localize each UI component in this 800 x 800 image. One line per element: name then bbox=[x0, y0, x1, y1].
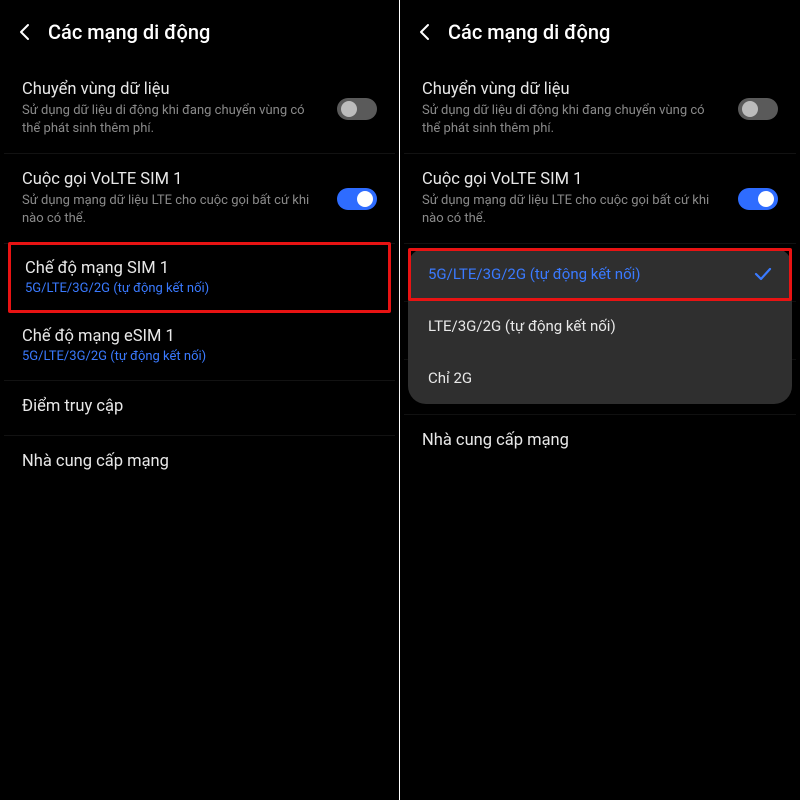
roaming-toggle[interactable] bbox=[337, 98, 377, 120]
mode-sim1-value: 5G/LTE/3G/2G (tự động kết nối) bbox=[25, 281, 374, 296]
roaming-item[interactable]: Chuyển vùng dữ liệu Sử dụng dữ liệu di đ… bbox=[404, 64, 796, 154]
volte-title: Cuộc gọi VoLTE SIM 1 bbox=[422, 170, 778, 189]
volte-item[interactable]: Cuộc gọi VoLTE SIM 1 Sử dụng mạng dữ liệ… bbox=[404, 154, 796, 244]
apn-title: Điểm truy cập bbox=[22, 397, 377, 416]
volte-title: Cuộc gọi VoLTE SIM 1 bbox=[22, 170, 377, 189]
carrier-item[interactable]: Nhà cung cấp mạng bbox=[4, 436, 395, 490]
volte-desc: Sử dụng mạng dữ liệu LTE cho cuộc gọi bấ… bbox=[422, 192, 778, 227]
carrier-title: Nhà cung cấp mạng bbox=[422, 431, 778, 450]
roaming-title: Chuyển vùng dữ liệu bbox=[22, 80, 377, 99]
roaming-title: Chuyển vùng dữ liệu bbox=[422, 80, 778, 99]
dropdown-option-label: 5G/LTE/3G/2G (tự động kết nối) bbox=[428, 265, 641, 283]
network-mode-dropdown: 5G/LTE/3G/2G (tự động kết nối) LTE/3G/2G… bbox=[408, 248, 792, 404]
dropdown-option-label: Chỉ 2G bbox=[428, 369, 472, 387]
mode-esim1-title: Chế độ mạng eSIM 1 bbox=[22, 327, 377, 346]
page-title: Các mạng di động bbox=[448, 20, 610, 44]
volte-item[interactable]: Cuộc gọi VoLTE SIM 1 Sử dụng mạng dữ liệ… bbox=[4, 154, 395, 244]
page-title: Các mạng di động bbox=[48, 20, 210, 44]
mode-sim1-title: Chế độ mạng SIM 1 bbox=[25, 259, 374, 278]
roaming-toggle[interactable] bbox=[738, 98, 778, 120]
header: Các mạng di động bbox=[400, 0, 800, 64]
volte-desc: Sử dụng mạng dữ liệu LTE cho cuộc gọi bấ… bbox=[22, 192, 377, 227]
network-mode-sim1-item[interactable]: Chế độ mạng SIM 1 5G/LTE/3G/2G (tự động … bbox=[8, 242, 391, 313]
right-pane: Các mạng di động Chuyển vùng dữ liệu Sử … bbox=[400, 0, 800, 800]
back-icon[interactable] bbox=[418, 23, 430, 41]
roaming-desc: Sử dụng dữ liệu di động khi đang chuyển … bbox=[22, 102, 377, 137]
dropdown-option-lte[interactable]: LTE/3G/2G (tự động kết nối) bbox=[408, 300, 792, 352]
dropdown-option-5g[interactable]: 5G/LTE/3G/2G (tự động kết nối) bbox=[408, 248, 792, 300]
volte-toggle[interactable] bbox=[337, 188, 377, 210]
carrier-title: Nhà cung cấp mạng bbox=[22, 452, 377, 471]
mode-esim1-value: 5G/LTE/3G/2G (tự động kết nối) bbox=[22, 349, 377, 364]
back-icon[interactable] bbox=[18, 23, 30, 41]
carrier-item[interactable]: Nhà cung cấp mạng bbox=[404, 415, 796, 469]
left-pane: Các mạng di động Chuyển vùng dữ liệu Sử … bbox=[0, 0, 400, 800]
network-mode-esim1-item[interactable]: Chế độ mạng eSIM 1 5G/LTE/3G/2G (tự động… bbox=[4, 311, 395, 381]
roaming-desc: Sử dụng dữ liệu di động khi đang chuyển … bbox=[422, 102, 778, 137]
check-icon bbox=[754, 267, 772, 281]
apn-item[interactable]: Điểm truy cập bbox=[4, 381, 395, 436]
volte-toggle[interactable] bbox=[738, 188, 778, 210]
roaming-item[interactable]: Chuyển vùng dữ liệu Sử dụng dữ liệu di đ… bbox=[4, 64, 395, 154]
header: Các mạng di động bbox=[0, 0, 399, 64]
dropdown-option-label: LTE/3G/2G (tự động kết nối) bbox=[428, 317, 616, 335]
dropdown-option-2g[interactable]: Chỉ 2G bbox=[408, 352, 792, 404]
